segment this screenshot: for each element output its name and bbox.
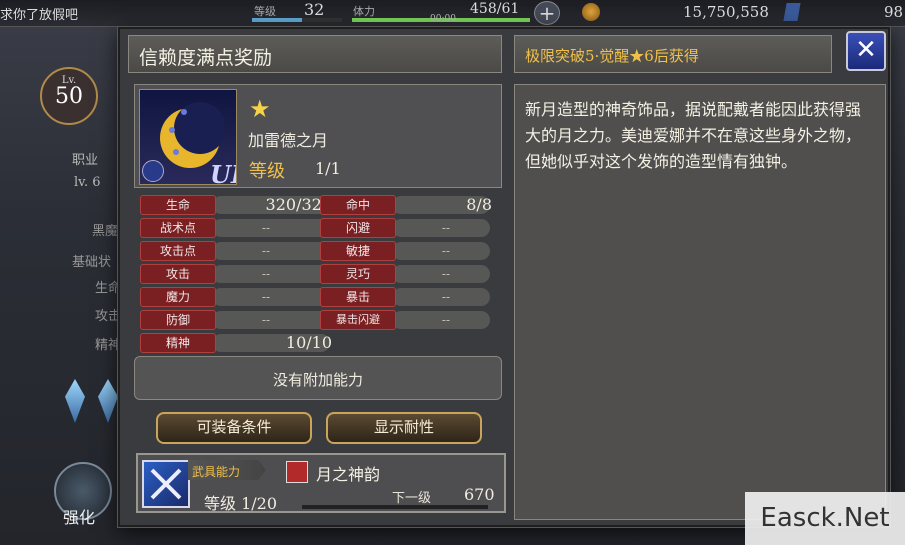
stamina-label: 体力: [353, 5, 375, 18]
level-progress-bar: [252, 18, 342, 22]
stat-value: 10/10: [285, 333, 332, 352]
dialog-title-box: 信赖度满点奖励: [128, 35, 502, 73]
bg-text-2: 基础状: [72, 255, 112, 270]
extra-ability-box: 没有附加能力: [134, 356, 502, 400]
stat-label: 命中: [320, 195, 396, 215]
stat-label: 暴击: [320, 287, 396, 307]
bg-text-1: 黑魔: [92, 224, 119, 239]
stat-label: 暴击闪避: [320, 310, 396, 330]
skill-exp-bar: [302, 505, 488, 509]
crossed-swords-icon: [142, 460, 190, 508]
gil-coin-icon: [582, 3, 600, 21]
item-name: 加雷德之月: [248, 131, 329, 150]
stat-value: 320/320: [265, 195, 332, 214]
grade-value: 1/1: [315, 159, 341, 178]
stat-row: 战术点 --: [140, 218, 334, 238]
stat-row: 攻击点 --: [140, 241, 334, 261]
stat-label: 战术点: [140, 218, 216, 238]
equip-condition-button[interactable]: 可装备条件: [156, 412, 312, 444]
skill-level: 等级 1/20: [204, 494, 278, 513]
crystal-icon: [98, 379, 118, 423]
item-description: 新月造型的神奇饰品，据说配戴者能因此获得强大的月之力。美迪爱娜并不在意这些身外之…: [525, 100, 862, 171]
stat-value: --: [441, 244, 450, 258]
stat-value: --: [261, 244, 270, 258]
stat-value: --: [261, 221, 270, 235]
skill-name: 月之神韵: [316, 465, 381, 484]
stat-row: 魔力 --: [140, 287, 334, 307]
rarity-tag: UR: [210, 160, 236, 185]
equipment-skill-box[interactable]: 武具能力 月之神韵 等级 1/20 下一级 670: [136, 453, 506, 513]
stat-row: 敏捷 --: [320, 241, 494, 261]
unlock-condition: 极限突破5·觉醒★6后获得: [525, 47, 699, 65]
stat-row: 生命 320/320: [140, 195, 334, 215]
stat-row: 命中 8/8: [320, 195, 494, 215]
stat-label: 生命: [140, 195, 216, 215]
next-level-label: 下一级: [392, 491, 432, 506]
stat-value: --: [261, 267, 270, 281]
stat-value: --: [441, 221, 450, 235]
crystal-icon: [65, 379, 85, 423]
skill-tag: 武具能力: [192, 465, 241, 479]
unit-side-panel: Lv. 50 职业 lv. 6 黑魔 基础状 生命 攻击 精神 强化: [0, 27, 130, 545]
player-level-value: 32: [304, 0, 325, 19]
close-button[interactable]: ✕: [846, 31, 886, 71]
stat-label: 闪避: [320, 218, 396, 238]
stat-row: 精神 10/10: [140, 333, 334, 353]
stat-value: --: [441, 267, 450, 281]
next-level-value: 670: [464, 485, 495, 504]
item-summary: UR ★ 加雷德之月 等级 1/1: [134, 84, 502, 188]
job-label: 职业: [72, 153, 99, 168]
stat-row: 攻击 --: [140, 264, 334, 284]
stat-row: 暴击 --: [320, 287, 494, 307]
unlock-condition-box: 极限突破5·觉醒★6后获得: [514, 35, 832, 73]
reward-dialog: 信赖度满点奖励 极限突破5·觉醒★6后获得 ✕ UR ★ 加雷德之月 等级 1/…: [118, 27, 890, 527]
stat-value: --: [261, 313, 270, 327]
crescent-moon-item-icon: UR: [139, 89, 237, 185]
stat-label: 攻击: [140, 264, 216, 284]
notice-text: 求你了放假吧: [0, 8, 79, 23]
job-level: lv. 6: [74, 175, 101, 190]
stat-label: 精神: [140, 333, 216, 353]
add-stamina-button[interactable]: +: [534, 1, 560, 25]
stat-value: --: [441, 290, 450, 304]
lapis-gem-icon: [783, 3, 801, 21]
stat-label: 魔力: [140, 287, 216, 307]
stat-row: 防御 --: [140, 310, 334, 330]
stat-row: 灵巧 --: [320, 264, 494, 284]
stat-row: 暴击闪避 --: [320, 310, 494, 330]
watermark: Easck.Net: [745, 492, 905, 545]
element-badge-icon: [142, 160, 164, 182]
stat-row: 闪避 --: [320, 218, 494, 238]
no-ability-text: 没有附加能力: [272, 371, 363, 389]
show-resist-button[interactable]: 显示耐性: [326, 412, 482, 444]
enhance-label: 强化: [63, 508, 96, 527]
skill-type-icon: [286, 461, 308, 483]
stat-label: 灵巧: [320, 264, 396, 284]
stat-value: --: [441, 313, 450, 327]
stat-value: 8/8: [466, 195, 492, 214]
description-box: 新月造型的神奇饰品，据说配戴者能因此获得强大的月之力。美迪爱娜并不在意这些身外之…: [514, 84, 886, 520]
star-icon: ★: [249, 95, 271, 123]
stat-label: 敏捷: [320, 241, 396, 261]
stamina-value: 458/61: [470, 1, 520, 17]
player-level-label: 等级: [254, 5, 276, 18]
top-status-bar: 求你了放假吧 等级 32 体力 458/61 00:00 + 15,750,55…: [0, 0, 905, 27]
gem-value: 98: [884, 3, 904, 21]
grade-label: 等级: [249, 161, 285, 182]
stat-label: 攻击点: [140, 241, 216, 261]
stat-value: --: [261, 290, 270, 304]
dialog-title: 信赖度满点奖励: [139, 47, 273, 69]
unit-level-badge: Lv. 50: [40, 67, 98, 125]
stamina-timer: 00:00: [430, 14, 456, 24]
gil-value: 15,750,558: [683, 3, 769, 21]
stat-label: 防御: [140, 310, 216, 330]
